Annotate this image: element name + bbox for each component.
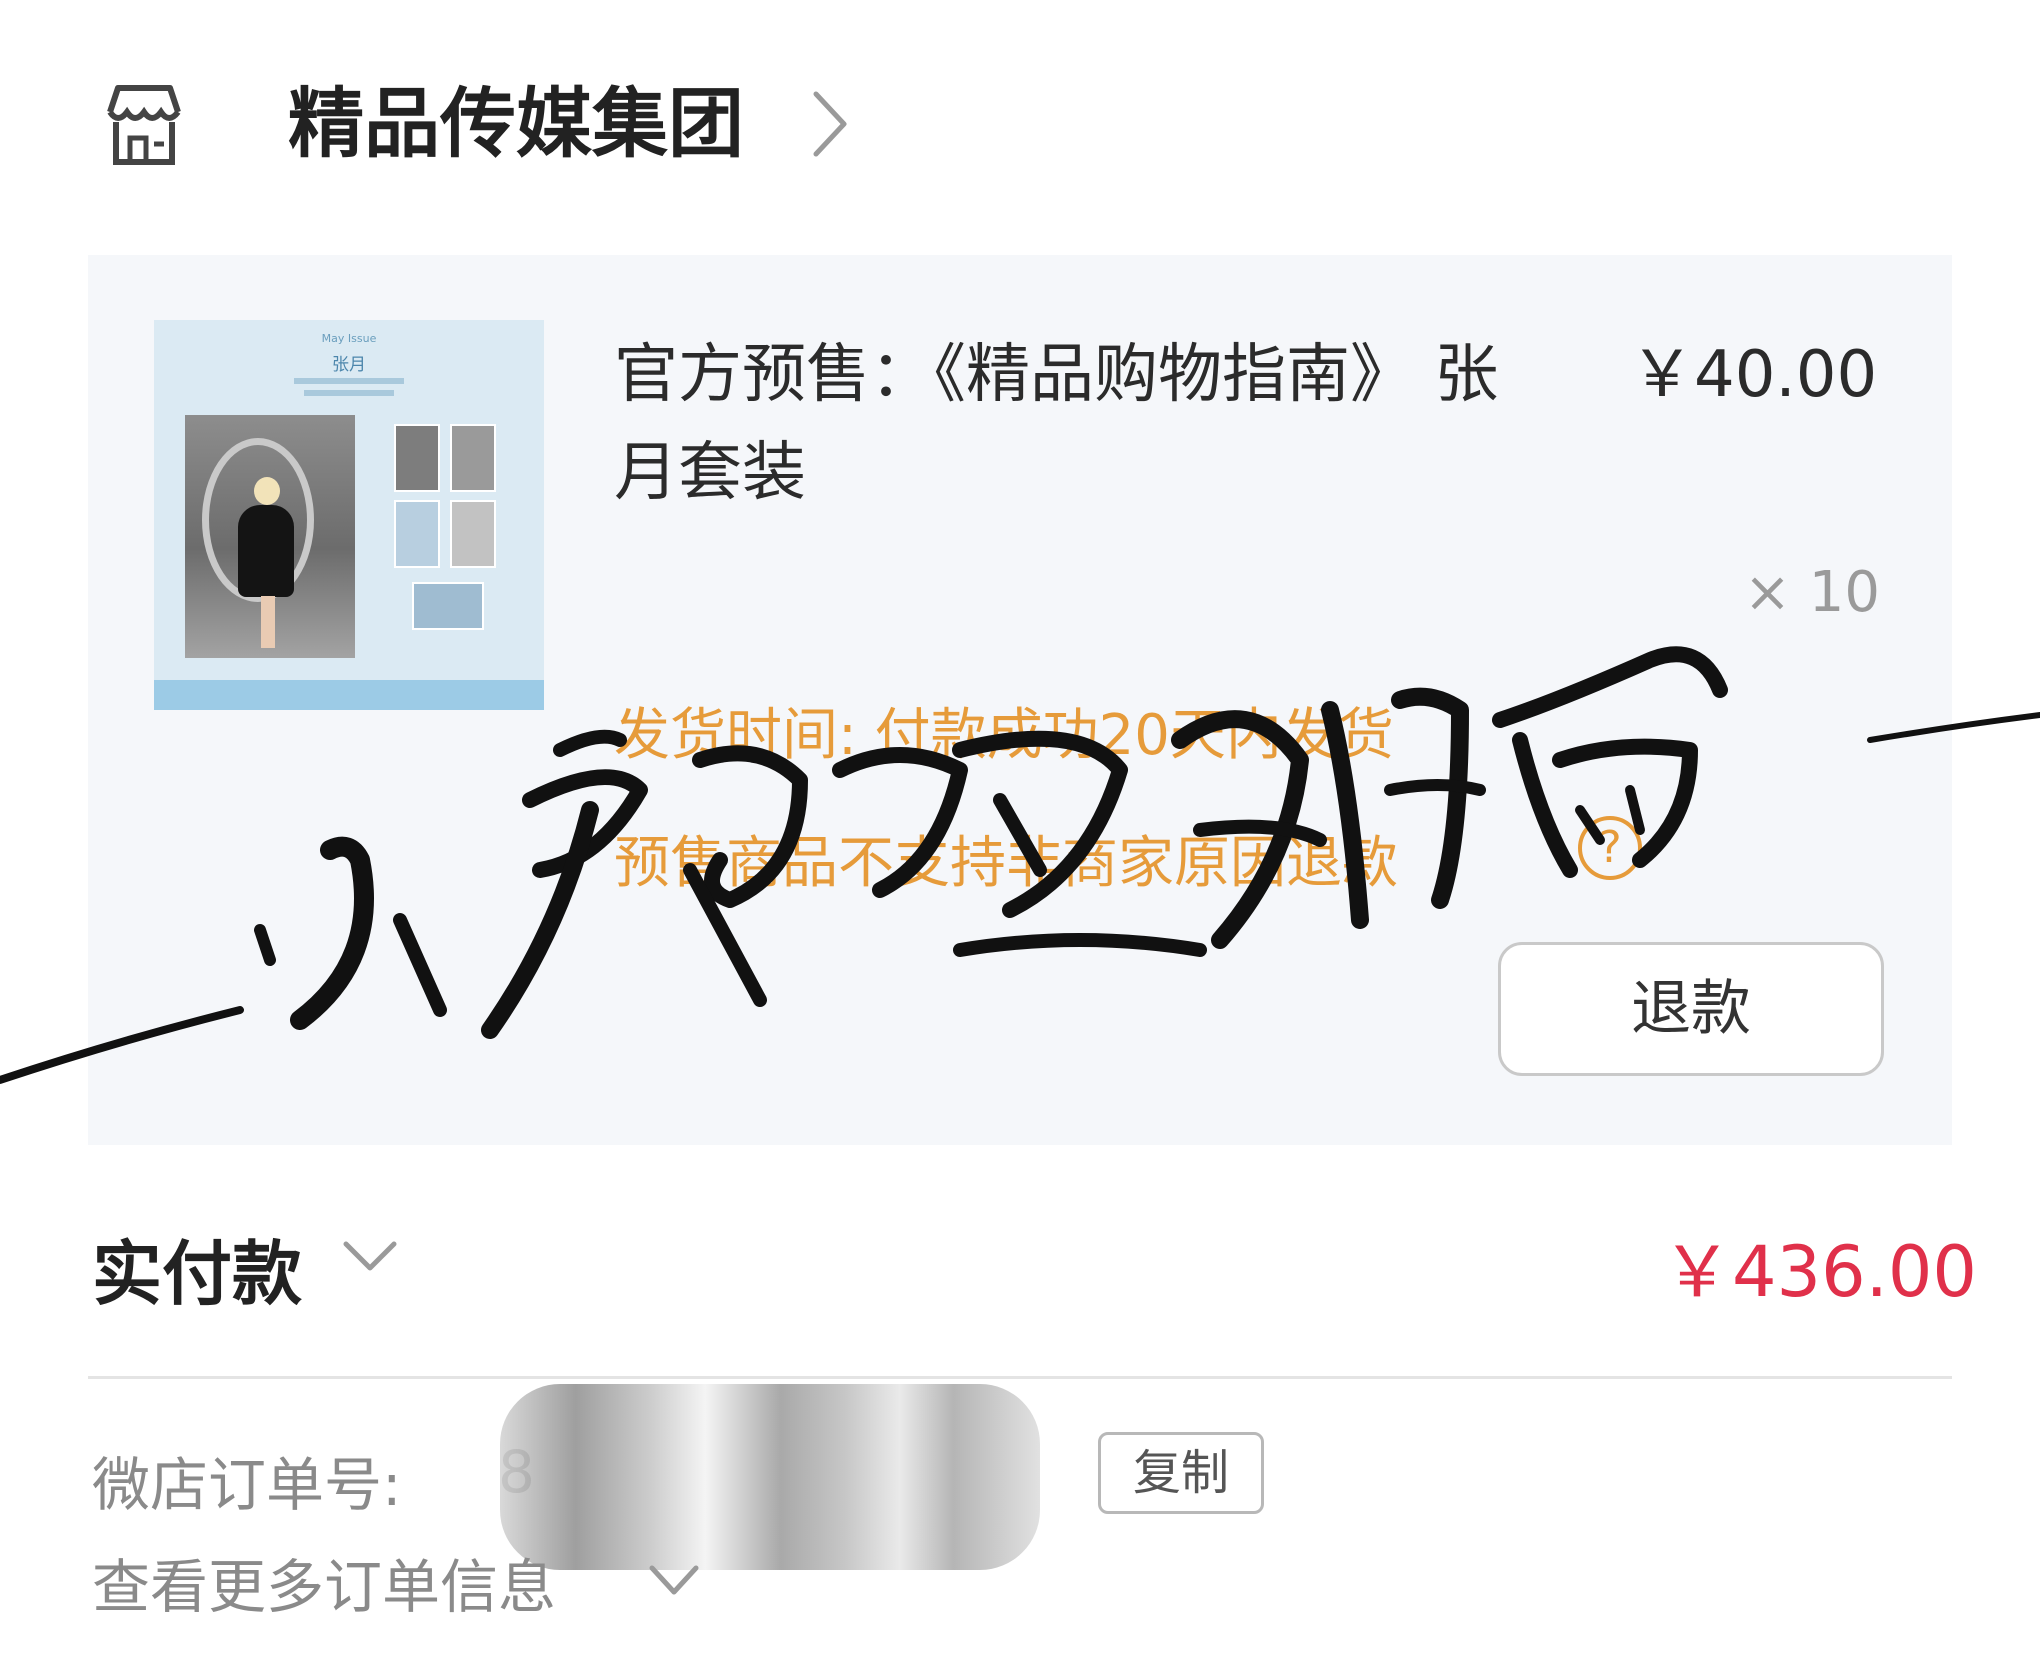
product-title[interactable]: 官方预售：《精品购物指南》 张月套装 <box>614 326 1554 522</box>
shipping-time: 发货时间: 付款成功20天内发货 <box>614 703 1394 768</box>
thumbnail-bar <box>154 680 544 710</box>
shop-name[interactable]: 精品传媒集团 <box>288 78 744 170</box>
more-order-info-link[interactable]: 查看更多订单信息 <box>92 1540 556 1624</box>
product-price: ￥40.00 <box>1630 338 1878 412</box>
thumbnail-name: 张月 <box>332 355 366 375</box>
help-circle-icon[interactable]: ? <box>1578 816 1642 880</box>
product-thumbnail[interactable]: May Issue 张月 <box>154 320 544 710</box>
redacted-order-number <box>500 1384 1040 1570</box>
presale-refund-note: 预售商品不支持非商家原因退款 <box>614 831 1398 896</box>
copy-button[interactable]: 复制 <box>1098 1432 1264 1514</box>
refund-button[interactable]: 退款 <box>1498 942 1884 1076</box>
order-number-label: 微店订单号: <box>92 1451 402 1519</box>
paid-amount-label[interactable]: 实付款 <box>92 1218 302 1319</box>
store-icon <box>96 78 192 170</box>
divider <box>88 1376 1952 1379</box>
chevron-down-icon[interactable] <box>340 1236 400 1276</box>
chevron-right-icon[interactable] <box>804 86 854 162</box>
paid-amount-value: ￥436.00 <box>1662 1231 1977 1313</box>
thumbnail-issue: May Issue <box>321 332 377 345</box>
product-quantity: × 10 <box>1744 560 1880 625</box>
chevron-down-icon[interactable] <box>646 1562 702 1598</box>
